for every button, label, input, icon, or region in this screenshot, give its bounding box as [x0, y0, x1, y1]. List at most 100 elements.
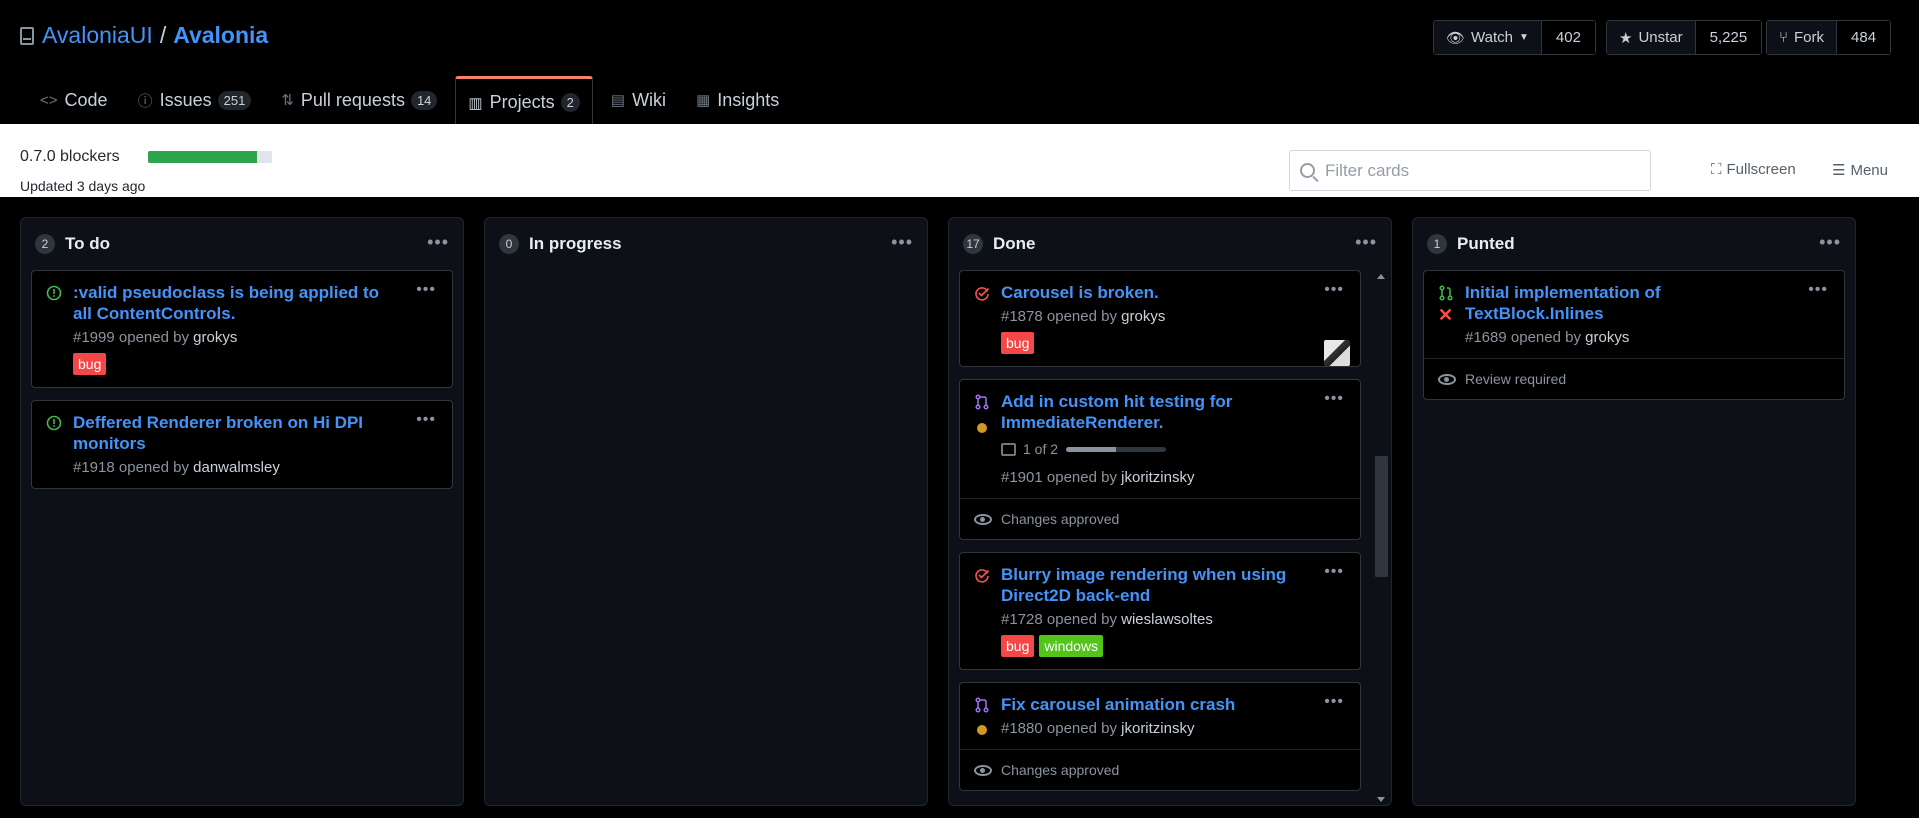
tab-pull-requests[interactable]: ⇅ Pull requests 14 [269, 76, 449, 124]
card-title[interactable]: Initial implementation of TextBlock.Inli… [1465, 282, 1832, 324]
card-title[interactable]: Fix carousel animation crash [1001, 694, 1348, 715]
assignee-avatar[interactable] [1324, 340, 1350, 366]
label-bug[interactable]: bug [73, 353, 107, 375]
card-title[interactable]: Carousel is broken. [1001, 282, 1348, 303]
card[interactable]: ✕ ••• Initial implementation of TextBloc… [1423, 270, 1845, 400]
card[interactable]: ••• Add in custom hit testing for Immedi… [959, 379, 1361, 540]
tab-label: Issues [159, 89, 212, 110]
filter-cards-field[interactable] [1289, 150, 1651, 191]
label-bug[interactable]: bug [1001, 635, 1035, 657]
card[interactable]: ••• :valid pseudoclass is being applied … [31, 270, 453, 388]
card-author[interactable]: grokys [1121, 308, 1165, 325]
card-menu-icon[interactable]: ••• [416, 281, 436, 299]
scroll-down-icon[interactable] [1377, 797, 1385, 802]
graph-icon: ▦ [696, 92, 711, 109]
fullscreen-button[interactable]: ⛶ Fullscreen [1711, 161, 1796, 178]
tab-issues[interactable]: ⓘ Issues 251 [126, 76, 264, 124]
filter-cards-input[interactable] [1325, 160, 1625, 181]
card-title[interactable]: :valid pseudoclass is being applied to a… [73, 282, 440, 324]
column-menu-icon[interactable]: ••• [427, 232, 449, 253]
fork-count[interactable]: 484 [1837, 21, 1891, 54]
star-count[interactable]: 5,225 [1695, 21, 1762, 54]
column-menu-icon[interactable]: ••• [1819, 232, 1841, 253]
label-bug[interactable]: bug [1001, 332, 1035, 354]
git-merge-icon [975, 697, 989, 713]
issue-closed-icon [975, 287, 990, 301]
card-author[interactable]: jkoritzinsky [1121, 720, 1194, 737]
project-progress-fill [148, 151, 258, 163]
tab-label: Projects [489, 92, 555, 112]
card-menu-icon[interactable]: ••• [1324, 563, 1344, 581]
project-icon: ▥ [468, 94, 483, 112]
column-header: 2 To do ••• [21, 218, 463, 270]
column-menu-icon[interactable]: ••• [891, 232, 913, 253]
repo-nav: <> Code ⓘ Issues 251 ⇅ Pull requests 14 ▥ Proj… [0, 76, 797, 126]
card[interactable]: ••• Carousel is broken. #1878 opened by … [959, 270, 1361, 367]
column-count: 2 [35, 234, 55, 254]
card[interactable]: ••• Blurry image rendering when using Di… [959, 552, 1361, 670]
issue-closed-icon [975, 569, 990, 583]
task-progress: 1 of 2 [1001, 441, 1348, 457]
scrollbar-thumb[interactable] [1375, 456, 1388, 577]
eye-icon [1438, 373, 1456, 385]
column-title: Punted [1457, 234, 1515, 253]
tab-label: Insights [717, 89, 780, 110]
column-cards: ••• :valid pseudoclass is being applied … [21, 270, 463, 489]
column-punted: 1 Punted ••• ✕ ••• Initial implementatio… [1412, 217, 1856, 806]
column-menu-icon[interactable]: ••• [1355, 232, 1377, 253]
screen-full-icon: ⛶ [1711, 161, 1722, 178]
tab-insights[interactable]: ▦ Insights [684, 76, 791, 124]
card-meta: #1728 opened by wieslawsoltes [1001, 611, 1348, 628]
watch-count[interactable]: 402 [1541, 21, 1595, 54]
card-meta: #1901 opened by jkoritzinsky [1001, 469, 1348, 486]
card-opened-by: opened by [1046, 469, 1117, 486]
label-windows[interactable]: windows [1039, 635, 1104, 657]
unstar-button[interactable]: ★ Unstar [1607, 21, 1696, 54]
fullscreen-label: Fullscreen [1726, 161, 1796, 178]
card-opened-by: opened by [118, 329, 189, 346]
card-number: #1689 [1465, 329, 1507, 346]
card-menu-icon[interactable]: ••• [1324, 693, 1344, 711]
column-in-progress: 0 In progress ••• [484, 217, 928, 806]
card-author[interactable]: jkoritzinsky [1121, 469, 1194, 486]
menu-button[interactable]: ☰ Menu [1832, 161, 1888, 180]
tab-wiki[interactable]: ▤ Wiki [599, 76, 678, 124]
card-author[interactable]: grokys [1585, 329, 1629, 346]
card-opened-by: opened by [118, 459, 189, 476]
checklist-icon [1001, 442, 1016, 456]
card-author[interactable]: grokys [193, 329, 237, 346]
scroll-up-icon[interactable] [1377, 274, 1385, 279]
card-meta: #1878 opened by grokys [1001, 308, 1348, 325]
tab-code[interactable]: <> Code [28, 76, 120, 124]
card-menu-icon[interactable]: ••• [416, 411, 436, 429]
card-number: #1878 [1001, 308, 1043, 325]
repo-name-link[interactable]: Avalonia [173, 22, 268, 49]
column-scrollbar[interactable] [1373, 274, 1389, 804]
failed-status-icon: ✕ [1438, 305, 1454, 325]
card[interactable]: ••• Deffered Renderer broken on Hi DPI m… [31, 400, 453, 489]
card-title[interactable]: Deffered Renderer broken on Hi DPI monit… [73, 412, 440, 454]
card-menu-icon[interactable]: ••• [1808, 281, 1828, 299]
fork-icon: ⑂ [1779, 29, 1789, 46]
card-author[interactable]: wieslawsoltes [1121, 611, 1213, 628]
card-menu-icon[interactable]: ••• [1324, 390, 1344, 408]
fork-button[interactable]: ⑂ Fork [1767, 21, 1838, 54]
repo-owner-link[interactable]: AvaloniaUI [42, 22, 153, 49]
column-title: Done [993, 234, 1036, 253]
unstar-label: Unstar [1638, 29, 1683, 46]
card-menu-icon[interactable]: ••• [1324, 281, 1344, 299]
project-progress-bar [148, 151, 272, 163]
card-title[interactable]: Blurry image rendering when using Direct… [1001, 564, 1348, 606]
project-name[interactable]: 0.7.0 blockers [20, 148, 120, 166]
card-number: #1728 [1001, 611, 1043, 628]
review-status: Review required [1424, 358, 1844, 399]
watch-button[interactable]: 👁 Watch ▼ [1434, 21, 1542, 54]
card-author[interactable]: danwalmsley [193, 459, 280, 476]
card-number: #1901 [1001, 469, 1043, 486]
card[interactable]: ••• Fix carousel animation crash #1880 o… [959, 682, 1361, 791]
tab-label: Code [64, 89, 108, 110]
code-icon: <> [40, 91, 58, 109]
tab-projects[interactable]: ▥ Projects 2 [455, 76, 593, 126]
search-icon [1300, 163, 1315, 178]
card-title[interactable]: Add in custom hit testing for ImmediateR… [1001, 391, 1348, 433]
